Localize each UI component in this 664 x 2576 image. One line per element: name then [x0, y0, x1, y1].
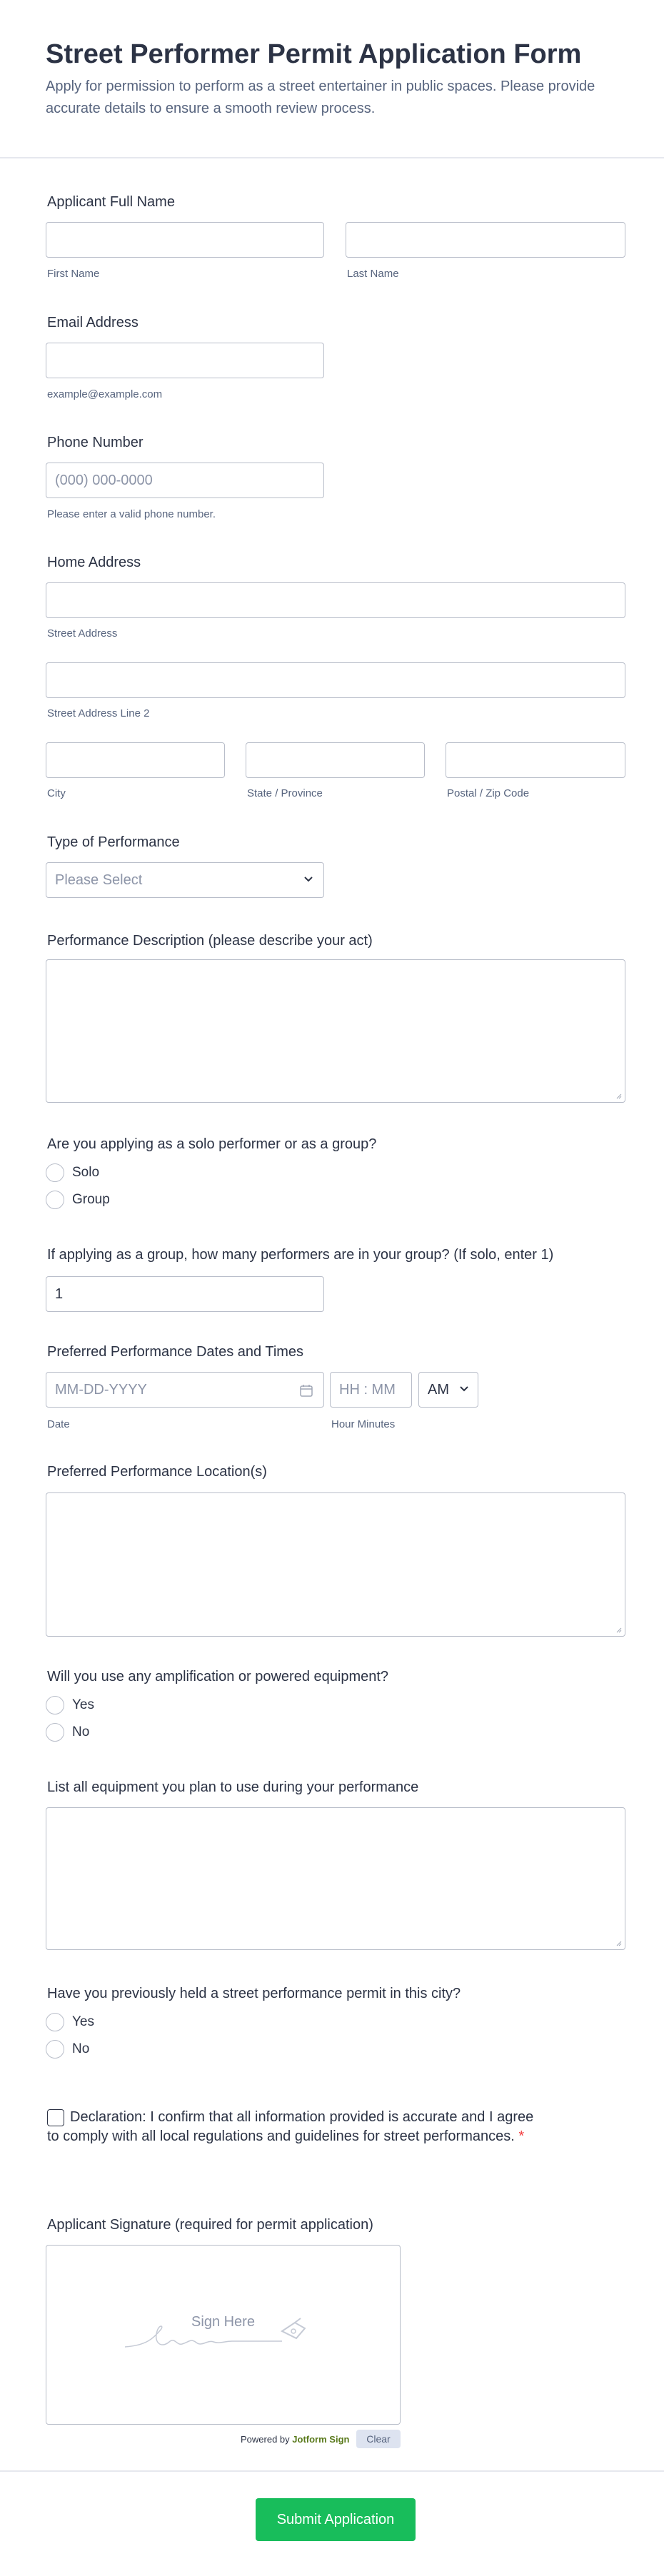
radio-label-no: No — [72, 1724, 90, 1739]
locations-label: Preferred Performance Location(s) — [47, 1464, 267, 1480]
date-input[interactable]: MM-DD-YYYY — [46, 1372, 324, 1408]
radio-button[interactable] — [46, 2013, 64, 2031]
radio-label-yes: Yes — [72, 1697, 94, 1712]
radio-button[interactable] — [46, 1191, 64, 1209]
form-description: Apply for permission to perform as a str… — [46, 79, 595, 116]
state-sublabel: State / Province — [247, 787, 323, 799]
street-address-line2-input[interactable] — [46, 662, 625, 698]
declaration-checkbox[interactable] — [47, 2109, 64, 2126]
resize-grip-icon[interactable] — [615, 1092, 622, 1099]
last-name-sublabel: Last Name — [347, 268, 399, 280]
form-header: Street Performer Permit Application Form… — [0, 0, 664, 158]
radio-option-solo[interactable]: Solo — [46, 1163, 99, 1183]
radio-label-group: Group — [72, 1192, 110, 1207]
state-input[interactable] — [246, 742, 425, 778]
signature-scribble-icon — [124, 2318, 306, 2348]
radio-button[interactable] — [46, 2040, 64, 2059]
chevron-down-icon — [304, 877, 313, 882]
radio-label-no: No — [72, 2041, 90, 2056]
group-size-label: If applying as a group, how many perform… — [47, 1247, 554, 1263]
dates-label: Preferred Performance Dates and Times — [47, 1344, 304, 1360]
footer-divider — [0, 2470, 664, 2472]
phone-input[interactable]: (000) 000-0000 — [46, 463, 324, 498]
performance-type-selected: Please Select — [55, 872, 143, 888]
address-label: Home Address — [47, 555, 141, 570]
radio-option-yes[interactable]: Yes — [46, 1695, 94, 1715]
performance-type-label: Type of Performance — [47, 834, 180, 850]
last-name-input[interactable] — [346, 222, 625, 258]
amplification-label: Will you use any amplification or powere… — [47, 1669, 389, 1684]
phone-label: Phone Number — [47, 435, 144, 450]
form-page: Street Performer Permit Application Form… — [0, 0, 664, 2576]
full-name-label: Applicant Full Name — [47, 194, 175, 210]
date-sublabel: Date — [47, 1418, 70, 1430]
date-placeholder: MM-DD-YYYY — [55, 1381, 147, 1398]
resize-grip-icon[interactable] — [615, 1939, 622, 1946]
zip-sublabel: Postal / Zip Code — [447, 787, 530, 799]
time-input[interactable]: HH : MM — [330, 1372, 412, 1408]
solo-group-label: Are you applying as a solo performer or … — [47, 1136, 377, 1152]
signature-label: Applicant Signature (required for permit… — [47, 2217, 373, 2233]
chevron-down-icon — [460, 1386, 468, 1392]
email-label: Email Address — [47, 315, 139, 330]
jotform-sign-brand[interactable]: Jotform Sign — [292, 2434, 349, 2445]
radio-button[interactable] — [46, 1696, 64, 1714]
city-sublabel: City — [47, 787, 66, 799]
declaration-text: Declaration: I confirm that all informat… — [47, 2109, 534, 2144]
radio-label-yes: Yes — [72, 2014, 94, 2029]
street-address-sublabel: Street Address — [47, 627, 118, 640]
phone-sublabel: Please enter a valid phone number. — [47, 508, 216, 520]
submit-button[interactable]: Submit Application — [256, 2498, 416, 2541]
previous-permit-label: Have you previously held a street perfor… — [47, 1986, 461, 2001]
radio-label-solo: Solo — [72, 1165, 100, 1180]
calendar-icon[interactable] — [299, 1383, 313, 1398]
signature-pad[interactable]: Sign Here — [46, 2245, 401, 2425]
time-sublabel: Hour Minutes — [331, 1418, 396, 1430]
equipment-label: List all equipment you plan to use durin… — [47, 1779, 419, 1795]
required-mark: * — [518, 2128, 525, 2144]
radio-button[interactable] — [46, 1723, 64, 1742]
radio-option-yes[interactable]: Yes — [46, 2012, 94, 2032]
first-name-input[interactable] — [46, 222, 324, 258]
street-address-line2-sublabel: Street Address Line 2 — [47, 707, 150, 719]
clear-signature-button[interactable]: Clear — [356, 2430, 401, 2448]
street-address-input[interactable] — [46, 582, 625, 618]
first-name-sublabel: First Name — [47, 268, 100, 280]
declaration: Declaration: I confirm that all informat… — [47, 2108, 540, 2146]
locations-textarea[interactable] — [46, 1492, 625, 1637]
form-title: Street Performer Permit Application Form — [46, 39, 582, 69]
performance-description-textarea[interactable] — [46, 959, 625, 1103]
radio-option-no[interactable]: No — [46, 1722, 89, 1742]
radio-option-no[interactable]: No — [46, 2039, 89, 2059]
group-size-input[interactable]: 1 — [46, 1276, 324, 1312]
powered-by-text: Powered by — [241, 2434, 290, 2445]
powered-by: Powered by Jotform Sign — [241, 2434, 349, 2445]
performance-type-select[interactable]: Please Select — [46, 862, 324, 898]
zip-input[interactable] — [446, 742, 625, 778]
ampm-select[interactable]: AM — [418, 1372, 478, 1408]
radio-button[interactable] — [46, 1163, 64, 1182]
equipment-textarea[interactable] — [46, 1807, 625, 1950]
email-input[interactable] — [46, 343, 324, 378]
email-sublabel: example@example.com — [47, 388, 163, 400]
resize-grip-icon[interactable] — [615, 1626, 622, 1633]
radio-option-group[interactable]: Group — [46, 1190, 110, 1210]
performance-description-label: Performance Description (please describe… — [47, 933, 373, 949]
ampm-value: AM — [428, 1381, 449, 1398]
city-input[interactable] — [46, 742, 225, 778]
